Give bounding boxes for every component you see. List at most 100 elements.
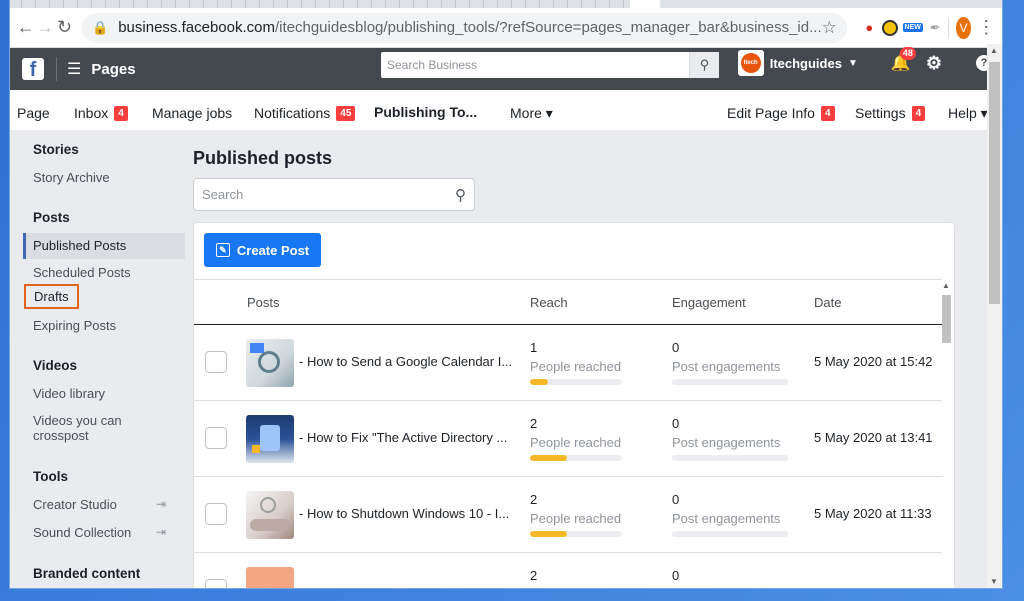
business-search-input[interactable]: Search Business xyxy=(381,58,689,72)
hamburger-menu-icon[interactable]: ☰ xyxy=(67,59,81,79)
extension-feather-icon[interactable]: ✒ xyxy=(927,15,944,41)
sidebar-item-label: Videos you can xyxy=(33,413,122,428)
notifications-count: 48 xyxy=(899,47,916,60)
lock-icon: 🔒 xyxy=(92,19,109,35)
search-icon[interactable]: ⚲ xyxy=(455,186,466,204)
table-scrollbar[interactable]: ▲ xyxy=(940,279,952,588)
reload-icon[interactable]: ↻ xyxy=(55,13,74,43)
sidebar-item-scheduled-posts[interactable]: Scheduled Posts xyxy=(33,265,131,280)
engagement-count: 0 xyxy=(672,340,680,355)
tab-label: Notifications xyxy=(254,105,331,121)
tab-label: Help ▾ xyxy=(948,104,988,121)
engagement-bar xyxy=(672,531,788,537)
extension-ladybug-icon[interactable]: ● xyxy=(861,15,878,41)
facebook-logo-icon[interactable]: f xyxy=(22,58,44,80)
page-scrollbar[interactable]: ▲ ▼ xyxy=(987,44,1002,588)
scrollbar-thumb[interactable] xyxy=(942,295,951,343)
bookmark-star-icon[interactable]: ☆ xyxy=(822,18,837,38)
reach-count: 2 xyxy=(530,568,538,583)
sidebar-item-published-posts[interactable]: Published Posts xyxy=(23,233,185,259)
scroll-down-icon[interactable]: ▼ xyxy=(990,577,998,586)
table-row[interactable]: - How to Fix "The Active Directory ... 2… xyxy=(194,401,942,477)
reach-bar xyxy=(530,455,622,461)
external-link-icon: ⇥ xyxy=(156,497,167,511)
page-avatar[interactable]: Itech xyxy=(737,50,764,76)
post-thumbnail[interactable] xyxy=(246,339,294,387)
post-thumbnail[interactable] xyxy=(246,491,294,539)
business-search[interactable]: Search Business ⚲ xyxy=(381,52,719,78)
row-checkbox[interactable] xyxy=(205,351,227,373)
reach-count: 1 xyxy=(530,340,538,355)
notifications-bell-icon[interactable]: 🔔 48 xyxy=(888,47,916,73)
count-badge: 4 xyxy=(820,105,835,121)
url-host: business.facebook.com xyxy=(118,19,275,36)
sidebar-heading-videos: Videos xyxy=(33,358,78,373)
post-date: 5 May 2020 at 13:41 xyxy=(814,430,933,445)
posts-search-input[interactable]: Search xyxy=(202,187,455,202)
forward-icon[interactable]: → xyxy=(35,13,54,43)
engagement-bar xyxy=(672,455,788,461)
column-header-reach[interactable]: Reach xyxy=(530,280,568,326)
scroll-up-icon[interactable]: ▲ xyxy=(990,46,998,55)
browser-menu-icon[interactable]: ⋮ xyxy=(977,13,996,43)
sidebar-item-videos-crosspost[interactable]: Videos you can crosspost xyxy=(33,413,122,443)
content-area: Stories Story Archive Posts Published Po… xyxy=(10,130,987,588)
table-row[interactable]: 2 0 xyxy=(194,553,942,588)
engagement-label: Post engagements xyxy=(672,435,781,450)
reach-bar-fill xyxy=(530,455,567,461)
post-title[interactable]: - How to Shutdown Windows 10 - I... xyxy=(299,506,514,521)
reach-label: People reached xyxy=(530,511,622,526)
sidebar-item-expiring-posts[interactable]: Expiring Posts xyxy=(33,318,116,333)
create-post-button[interactable]: ✎ Create Post xyxy=(204,233,321,267)
sidebar-heading-branded-content: Branded content xyxy=(33,566,141,581)
gear-icon[interactable]: ⚙ xyxy=(926,53,942,74)
scrollbar-thumb[interactable] xyxy=(989,62,1000,304)
sidebar-item-video-library[interactable]: Video library xyxy=(33,386,105,401)
tab-label: Page xyxy=(17,105,50,121)
column-header-date[interactable]: Date xyxy=(814,280,841,326)
url-path: /itechguidesblog/publishing_tools/?refSo… xyxy=(274,19,822,36)
address-bar[interactable]: 🔒 business.facebook.com/itechguidesblog/… xyxy=(82,12,847,43)
row-checkbox[interactable] xyxy=(205,579,227,588)
browser-window: ← → ↻ 🔒 business.facebook.com/itechguide… xyxy=(10,0,1002,588)
profile-avatar[interactable]: V xyxy=(956,16,971,39)
extension-new-icon[interactable]: NEW xyxy=(902,15,923,41)
sidebar-item-sound-collection[interactable]: Sound Collection xyxy=(33,525,131,540)
row-checkbox[interactable] xyxy=(205,427,227,449)
post-thumbnail[interactable] xyxy=(246,415,294,463)
column-header-posts[interactable]: Posts xyxy=(247,280,280,326)
count-badge: 4 xyxy=(911,105,926,121)
column-header-engagement[interactable]: Engagement xyxy=(672,280,746,326)
publishing-sidebar: Stories Story Archive Posts Published Po… xyxy=(10,130,188,588)
tab-label: Manage jobs xyxy=(152,105,233,121)
sidebar-heading-posts: Posts xyxy=(33,210,70,225)
post-date: 5 May 2020 at 15:42 xyxy=(814,354,933,369)
pages-label[interactable]: Pages xyxy=(91,61,135,78)
sidebar-item-story-archive[interactable]: Story Archive xyxy=(33,170,110,185)
row-checkbox[interactable] xyxy=(205,503,227,525)
posts-table-card: ✎ Create Post Posts Reach Engagement Dat… xyxy=(193,222,955,588)
sidebar-item-creator-studio[interactable]: Creator Studio xyxy=(33,497,117,512)
engagement-count: 0 xyxy=(672,492,680,507)
post-title[interactable]: - How to Send a Google Calendar I... xyxy=(299,354,514,369)
engagement-count: 0 xyxy=(672,568,680,583)
sidebar-item-drafts[interactable]: Drafts xyxy=(24,284,79,309)
back-icon[interactable]: ← xyxy=(16,13,35,43)
extension-smiley-icon[interactable] xyxy=(882,15,899,41)
scroll-up-icon[interactable]: ▲ xyxy=(942,281,950,290)
posts-search[interactable]: Search ⚲ xyxy=(193,178,475,211)
post-thumbnail[interactable] xyxy=(246,567,294,588)
reach-bar-fill xyxy=(530,531,567,537)
tab-strip[interactable] xyxy=(10,0,1002,8)
table-row[interactable]: - How to Shutdown Windows 10 - I... 2 Pe… xyxy=(194,477,942,553)
external-link-icon: ⇥ xyxy=(156,525,167,539)
post-title[interactable]: - How to Fix "The Active Directory ... xyxy=(299,430,514,445)
search-icon[interactable]: ⚲ xyxy=(689,52,719,78)
table-row[interactable]: - How to Send a Google Calendar I... 1 P… xyxy=(194,325,942,401)
chevron-down-icon[interactable]: ▼ xyxy=(848,58,858,69)
page-name[interactable]: Itechguides xyxy=(770,56,842,71)
count-badge: 4 xyxy=(114,105,128,121)
post-date: 5 May 2020 at 11:33 xyxy=(814,506,932,521)
tab-label: More ▾ xyxy=(510,104,553,121)
reach-bar xyxy=(530,379,622,385)
